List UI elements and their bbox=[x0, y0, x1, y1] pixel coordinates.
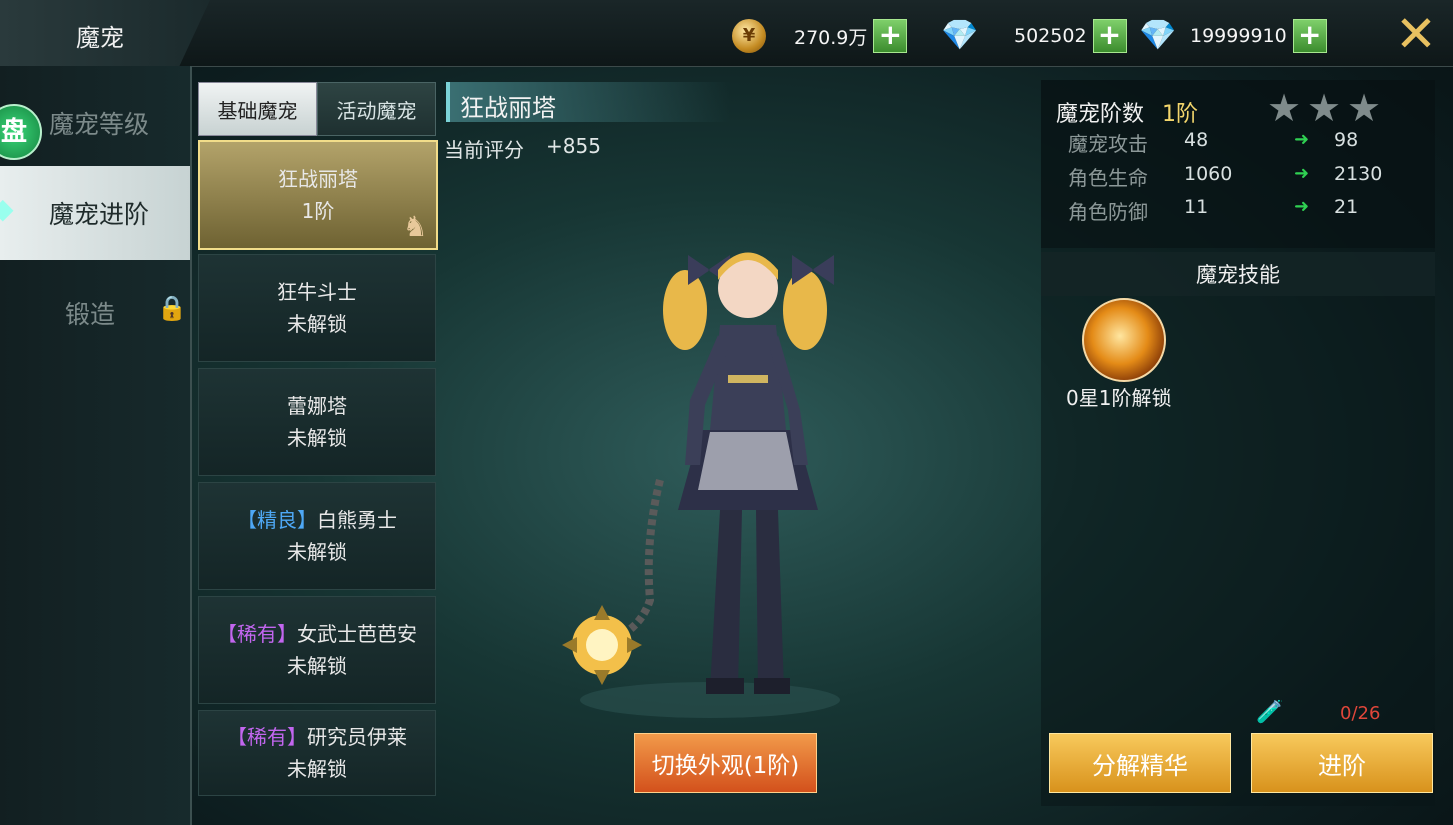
page-title: 魔宠 bbox=[76, 24, 124, 52]
stat-label: 魔宠攻击 bbox=[1068, 132, 1148, 156]
pet-card-selected[interactable]: 狂战丽塔 1阶 ♞ bbox=[198, 140, 438, 250]
stat-label: 角色防御 bbox=[1068, 200, 1148, 224]
star-icon: ★ bbox=[1346, 86, 1382, 130]
bound-diamond-icon: 💎 bbox=[1139, 18, 1177, 53]
skill-fire-icon[interactable] bbox=[1082, 298, 1166, 382]
pet-status: 未解锁 bbox=[287, 540, 347, 564]
rarity-tag: 【精良】 bbox=[237, 508, 317, 532]
gold-coin-icon: ¥ bbox=[732, 19, 766, 53]
gold-value: 270.9万 bbox=[794, 26, 868, 49]
pet-name: 狂战丽塔 bbox=[278, 167, 358, 191]
pet-title: 狂战丽塔 bbox=[460, 94, 556, 122]
gem-icon: ◆ bbox=[0, 192, 14, 225]
stat-current: 11 bbox=[1184, 196, 1209, 218]
pet-status: 未解锁 bbox=[287, 757, 347, 781]
add-diamond-button[interactable]: + bbox=[1092, 19, 1127, 53]
potion-icon: 🧪 bbox=[1256, 700, 1284, 725]
pet-card[interactable]: 【精良】白熊勇士 未解锁 bbox=[198, 482, 436, 590]
skills-heading: 魔宠技能 bbox=[1041, 252, 1435, 296]
arrow-right-icon: ➜ bbox=[1294, 196, 1310, 217]
bound-diamond-currency: 💎 19999910 + bbox=[1138, 18, 1327, 54]
score-label: 当前评分 bbox=[444, 138, 524, 162]
close-icon[interactable]: ✕ bbox=[1393, 9, 1439, 59]
switch-appearance-button[interactable]: 切换外观(1阶) bbox=[634, 733, 817, 793]
stat-label: 角色生命 bbox=[1068, 166, 1148, 190]
decompose-essence-button[interactable]: 分解精华 bbox=[1049, 733, 1231, 793]
arrow-right-icon: ➜ bbox=[1294, 163, 1310, 184]
tab-event-pets[interactable]: 活动魔宠 bbox=[317, 82, 436, 136]
rarity-tag: 【稀有】 bbox=[227, 725, 307, 749]
horse-icon: ♞ bbox=[402, 210, 428, 243]
arrow-right-icon: ➜ bbox=[1294, 129, 1310, 150]
advance-button[interactable]: 进阶 bbox=[1251, 733, 1433, 793]
pet-name: 女武士芭芭安 bbox=[297, 622, 417, 646]
rarity-tag: 【稀有】 bbox=[217, 622, 297, 646]
score-value: +855 bbox=[546, 134, 601, 158]
skill-unlock-text: 0星1阶解锁 bbox=[1066, 386, 1172, 410]
stat-current: 48 bbox=[1184, 129, 1209, 151]
pet-status: 未解锁 bbox=[287, 426, 347, 450]
diamond-icon: 💎 bbox=[941, 18, 979, 53]
star-icon: ★ bbox=[1266, 86, 1302, 130]
bound-diamond-value: 19999910 bbox=[1190, 25, 1287, 47]
pet-card[interactable]: 【稀有】女武士芭芭安 未解锁 bbox=[198, 596, 436, 704]
sidebar-item-label: 魔宠等级 bbox=[48, 110, 149, 139]
pet-status: 未解锁 bbox=[287, 312, 347, 336]
lock-icon: 🔒 bbox=[157, 294, 187, 322]
stat-current: 1060 bbox=[1184, 163, 1233, 185]
pet-card[interactable]: 狂牛斗士 未解锁 bbox=[198, 254, 436, 362]
material-count: 0/26 bbox=[1340, 703, 1381, 724]
gold-currency: ¥ 270.9万 + bbox=[732, 18, 908, 54]
sidebar-item-label: 魔宠进阶 bbox=[48, 200, 149, 229]
star-icon: ★ bbox=[1306, 86, 1342, 130]
add-gold-button[interactable]: + bbox=[873, 19, 908, 53]
pet-card[interactable]: 蕾娜塔 未解锁 bbox=[198, 368, 436, 476]
sidebar-item-label: 锻造 bbox=[64, 300, 115, 329]
pet-name: 白熊勇士 bbox=[317, 508, 397, 532]
diamond-currency: 💎 502502 + bbox=[940, 18, 1127, 54]
stat-next: 21 bbox=[1334, 196, 1359, 218]
pet-name: 研究员伊莱 bbox=[307, 725, 407, 749]
pet-status: 1阶 bbox=[301, 199, 335, 223]
pet-name: 蕾娜塔 bbox=[287, 394, 347, 418]
rank-label: 魔宠阶数 bbox=[1056, 102, 1145, 127]
pet-character-model bbox=[562, 252, 840, 718]
sidebar-item-pet-advance[interactable]: 魔宠进阶 bbox=[0, 166, 190, 260]
stat-next: 2130 bbox=[1334, 163, 1383, 185]
pet-status: 未解锁 bbox=[287, 654, 347, 678]
pet-card[interactable]: 【稀有】研究员伊莱 未解锁 bbox=[198, 710, 436, 796]
pet-name: 狂牛斗士 bbox=[277, 280, 357, 304]
add-bound-diamond-button[interactable]: + bbox=[1292, 19, 1327, 53]
tab-basic-pets[interactable]: 基础魔宠 bbox=[198, 82, 317, 136]
rank-value: 1阶 bbox=[1162, 102, 1198, 127]
stat-next: 98 bbox=[1334, 129, 1359, 151]
diamond-value: 502502 bbox=[1014, 25, 1087, 47]
